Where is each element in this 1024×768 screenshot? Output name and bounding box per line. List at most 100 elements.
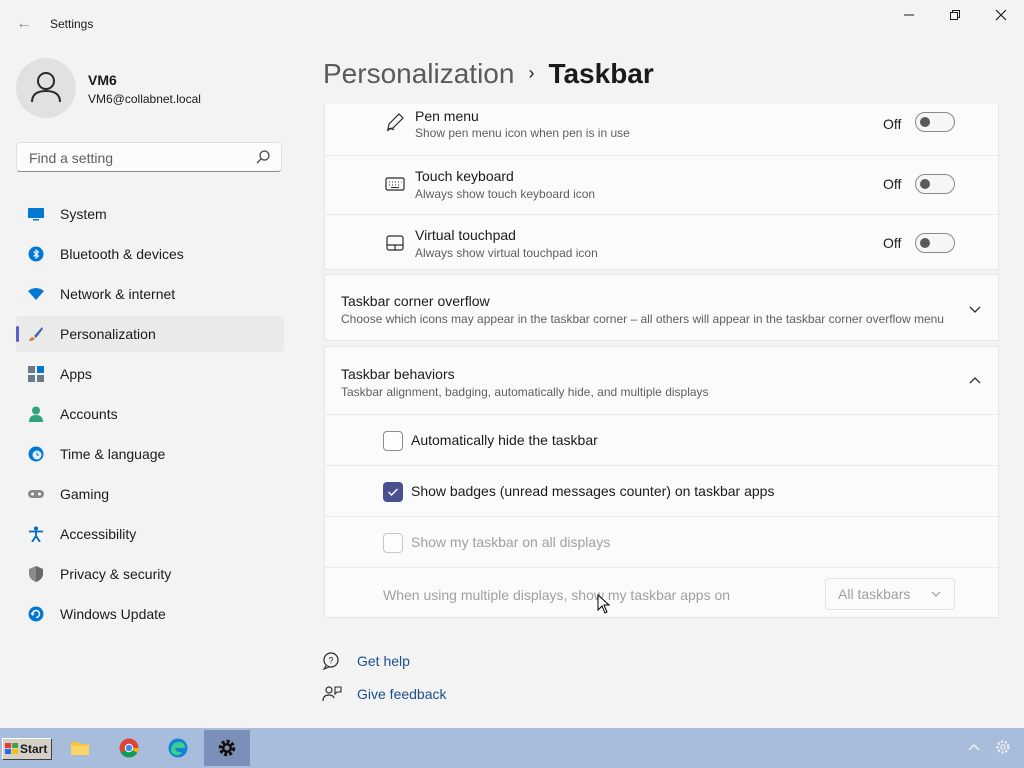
pen-menu-row: Pen menu Show pen menu icon when pen is … [325,104,998,152]
person-avatar-icon [31,72,61,103]
pen-menu-toggle[interactable] [915,112,955,132]
sidebar-item-gaming[interactable]: Gaming [16,476,284,512]
window-title: Settings [50,17,94,31]
touch-keyboard-title: Touch keyboard [415,168,514,184]
pen-menu-subtitle: Show pen menu icon when pen is in use [415,126,630,140]
auto-hide-checkbox[interactable] [383,431,403,451]
all-displays-row: Show my taskbar on all displays [325,516,998,567]
restore-icon [950,10,960,20]
globe-clock-icon [28,446,44,462]
behaviors-header[interactable]: Taskbar behaviors Taskbar alignment, bad… [325,347,998,414]
update-icon [28,606,44,622]
taskbar: Start [0,728,1024,768]
edge-icon [168,738,188,758]
virtual-touchpad-title: Virtual touchpad [415,227,516,243]
sidebar-item-time-language[interactable]: Time & language [16,436,284,472]
multi-display-row: When using multiple displays, show my ta… [325,567,998,618]
title-bar: ← Settings [0,0,1024,48]
settings-gear-icon [218,739,236,757]
sidebar-item-label: Gaming [60,486,110,502]
help-chat-icon: ? [322,652,339,671]
restore-button[interactable] [932,4,978,28]
badges-row: Show badges (unread messages counter) on… [325,465,998,516]
search-box[interactable] [16,142,282,172]
pen-menu-state: Off [883,116,902,132]
behaviors-subtitle: Taskbar alignment, badging, automaticall… [341,385,709,399]
multi-display-dropdown[interactable]: All taskbars [825,578,955,610]
touchpad-icon [386,235,404,251]
sidebar-item-label: Privacy & security [60,566,172,582]
breadcrumb-parent[interactable]: Personalization [323,58,514,89]
sidebar-item-personalization[interactable]: Personalization [16,316,284,352]
chevron-down-icon[interactable] [967,301,983,317]
chevron-up-icon[interactable] [966,740,982,756]
gear-icon[interactable] [994,738,1012,756]
chrome-icon [119,738,139,758]
behaviors-title: Taskbar behaviors [341,366,455,382]
corner-icons-card: Pen menu Show pen menu icon when pen is … [324,104,999,270]
bluetooth-icon [28,246,44,262]
corner-overflow-subtitle: Choose which icons may appear in the tas… [341,312,944,326]
touch-keyboard-toggle[interactable] [915,174,955,194]
sidebar-item-network[interactable]: Network & internet [16,276,284,312]
all-displays-checkbox[interactable] [383,533,403,553]
search-input[interactable] [27,149,251,167]
sidebar-item-privacy[interactable]: Privacy & security [16,556,284,592]
sidebar-item-label: Bluetooth & devices [60,246,184,262]
start-button[interactable]: Start [2,738,52,760]
badges-label: Show badges (unread messages counter) on… [411,483,775,499]
virtual-touchpad-toggle[interactable] [915,233,955,253]
badges-checkbox[interactable] [383,482,403,502]
chevron-up-icon[interactable] [967,373,983,389]
sidebar-item-accounts[interactable]: Accounts [16,396,284,432]
taskbar-behaviors-section: Taskbar behaviors Taskbar alignment, bad… [324,346,999,618]
chevron-down-icon [931,591,941,597]
search-icon[interactable] [255,149,271,165]
toggle-knob [920,117,930,127]
dropdown-value: All taskbars [838,586,911,602]
sidebar-item-label: System [60,206,107,222]
sidebar-item-accessibility[interactable]: Accessibility [16,516,284,552]
monitor-icon [28,208,44,221]
virtual-touchpad-subtitle: Always show virtual touchpad icon [415,246,598,260]
toggle-knob [920,238,930,248]
pen-icon [386,113,404,132]
gamepad-icon [28,490,44,498]
close-button[interactable] [978,4,1024,28]
wifi-icon [28,288,44,300]
user-name: VM6 [88,72,117,88]
corner-overflow-expander[interactable]: Taskbar corner overflow Choose which ico… [324,274,999,341]
sidebar-item-bluetooth[interactable]: Bluetooth & devices [16,236,284,272]
feedback-icon [322,686,342,702]
virtual-touchpad-state: Off [883,235,902,251]
sidebar-item-label: Apps [60,366,92,382]
person-icon [29,406,43,422]
virtual-touchpad-row: Virtual touchpad Always show virtual tou… [325,214,998,271]
svg-text:?: ? [328,656,333,666]
sidebar-nav: System Bluetooth & devices Network & int… [16,196,284,636]
touch-keyboard-row: Touch keyboard Always show touch keyboar… [325,155,998,214]
avatar [16,58,76,118]
windows-logo-icon [5,743,18,754]
user-email: VM6@collabnet.local [88,92,201,106]
sidebar-item-windows-update[interactable]: Windows Update [16,596,284,632]
minimize-icon [904,14,914,16]
shield-icon [29,566,43,582]
all-displays-label: Show my taskbar on all displays [411,534,611,550]
start-label: Start [20,742,48,756]
taskbar-chrome[interactable] [106,730,152,766]
taskbar-file-explorer[interactable] [57,730,103,766]
close-icon [995,9,1007,21]
minimize-button[interactable] [886,4,932,28]
give-feedback-label: Give feedback [357,686,447,702]
accessibility-icon [29,526,43,542]
taskbar-edge[interactable] [155,730,201,766]
get-help-label: Get help [357,653,410,669]
page-title: Taskbar [548,58,654,89]
taskbar-settings[interactable] [204,730,250,766]
touch-keyboard-subtitle: Always show touch keyboard icon [415,187,596,201]
sidebar-item-apps[interactable]: Apps [16,356,284,392]
sidebar-item-system[interactable]: System [16,196,284,232]
back-arrow-icon[interactable]: ← [14,14,34,34]
brush-icon [29,327,43,341]
